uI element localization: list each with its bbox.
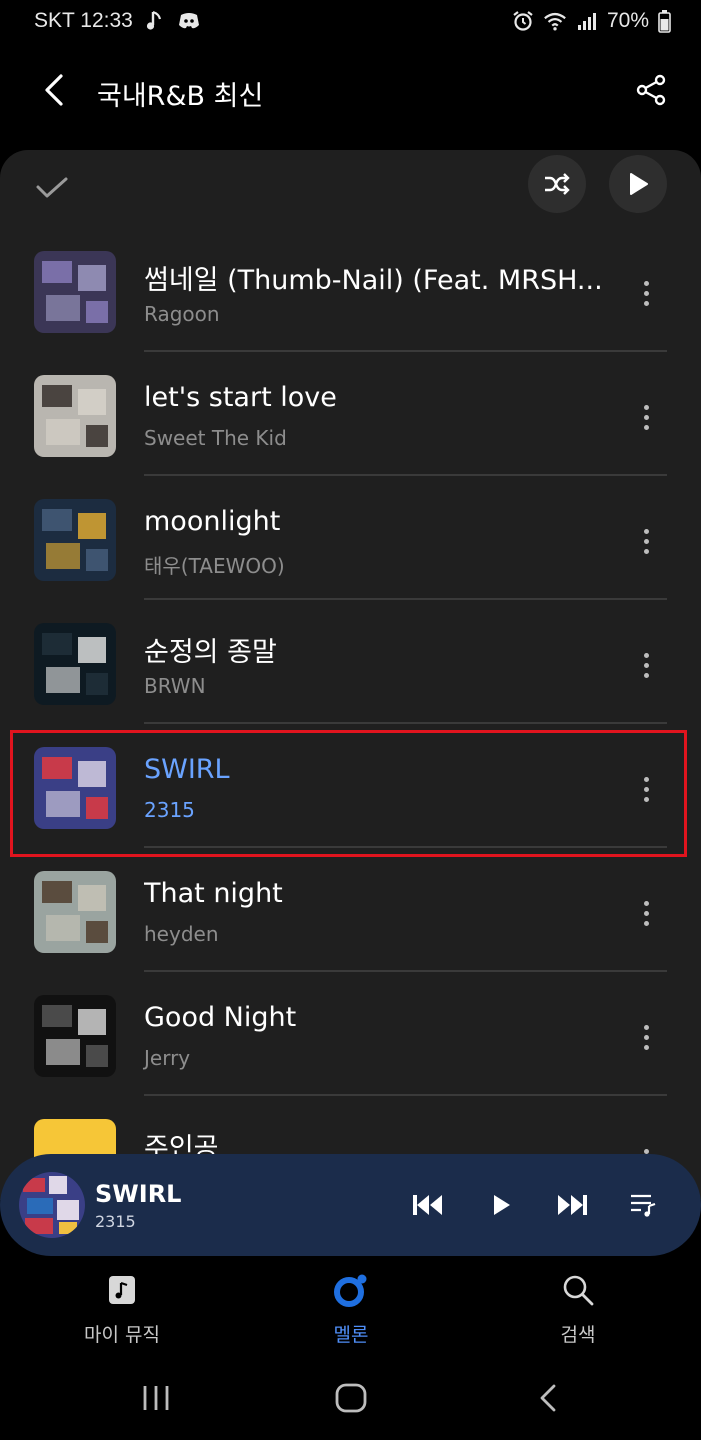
song-artist: heyden — [144, 922, 219, 946]
recents-icon — [143, 1386, 169, 1410]
song-artist: 2315 — [144, 798, 195, 822]
signal-icon — [575, 9, 599, 33]
album-art[interactable] — [34, 747, 116, 829]
back-button[interactable] — [32, 68, 76, 112]
app-header: 국내R&B 최신 — [0, 46, 701, 136]
home-icon — [335, 1383, 367, 1413]
queue-icon — [631, 1194, 656, 1217]
song-artist: Sweet The Kid — [144, 426, 287, 450]
now-playing-album-art[interactable] — [19, 1172, 85, 1238]
now-playing-artist: 2315 — [95, 1212, 136, 1231]
battery-icon — [657, 9, 671, 33]
song-row[interactable]: Good Night Jerry — [0, 972, 701, 1096]
previous-button[interactable] — [406, 1183, 450, 1227]
song-row[interactable]: That night heyden — [0, 848, 701, 972]
album-art[interactable] — [34, 995, 116, 1077]
more-options-icon[interactable] — [630, 645, 662, 685]
status-bar: SKT 12:33 70% — [0, 0, 701, 46]
more-options-icon[interactable] — [630, 1017, 662, 1057]
song-row[interactable]: let's start love Sweet The Kid — [0, 352, 701, 476]
song-list: 썸네일 (Thumb-Nail) (Feat. MRSH... Ragoon let… — [0, 228, 701, 1200]
bottom-navigation: 마이 뮤직 멜론 검색 — [0, 1256, 701, 1356]
status-right: 70% — [511, 9, 671, 33]
system-navigation — [0, 1356, 701, 1440]
album-art[interactable] — [34, 251, 116, 333]
album-art[interactable] — [34, 871, 116, 953]
shuffle-icon — [545, 173, 570, 195]
share-button[interactable] — [629, 68, 673, 112]
share-icon — [636, 74, 666, 106]
play-button[interactable] — [480, 1183, 524, 1227]
next-button[interactable] — [550, 1183, 594, 1227]
song-artist: Jerry — [144, 1046, 191, 1070]
queue-button[interactable] — [622, 1183, 666, 1227]
music-note-icon — [143, 9, 167, 33]
song-artist: 태우(TAEWOO) — [144, 554, 285, 578]
discord-icon — [177, 9, 201, 33]
checkmark-icon — [36, 177, 68, 198]
song-title[interactable]: moonlight — [144, 506, 624, 537]
wifi-icon — [543, 9, 567, 33]
song-artist: Ragoon — [144, 302, 220, 326]
next-icon — [558, 1195, 587, 1215]
recents-button[interactable] — [134, 1376, 178, 1420]
play-icon — [630, 173, 648, 195]
mini-player[interactable]: SWIRL 2315 — [0, 1154, 701, 1256]
melon-icon — [331, 1270, 371, 1310]
nav-label-my-music: 마이 뮤직 — [84, 1324, 160, 1346]
nav-label-melon: 멜론 — [333, 1324, 369, 1346]
carrier-time: SKT 12:33 — [34, 9, 133, 32]
nav-search[interactable]: 검색 — [508, 1270, 648, 1347]
system-back-button[interactable] — [526, 1376, 570, 1420]
my-music-icon — [102, 1270, 142, 1310]
song-row[interactable]: moonlight 태우(TAEWOO) — [0, 476, 701, 600]
play-all-button[interactable] — [609, 155, 667, 213]
home-button[interactable] — [329, 1376, 373, 1420]
more-options-icon[interactable] — [630, 521, 662, 561]
alarm-icon — [511, 9, 535, 33]
more-options-icon[interactable] — [630, 893, 662, 933]
previous-icon — [413, 1195, 442, 1215]
back-arrow-icon — [45, 74, 63, 106]
album-art[interactable] — [34, 623, 116, 705]
page-title: 국내R&B 최신 — [97, 81, 264, 112]
nav-my-music[interactable]: 마이 뮤직 — [52, 1270, 192, 1347]
shuffle-button[interactable] — [528, 155, 586, 213]
nav-melon[interactable]: 멜론 — [281, 1270, 421, 1347]
back-icon — [540, 1384, 556, 1412]
status-left: SKT 12:33 — [34, 9, 201, 33]
album-art[interactable] — [34, 375, 116, 457]
song-row[interactable]: 썸네일 (Thumb-Nail) (Feat. MRSH... Ragoon — [0, 228, 701, 352]
song-row[interactable]: SWIRL 2315 — [0, 724, 701, 848]
search-icon — [558, 1270, 598, 1310]
more-options-icon[interactable] — [630, 397, 662, 437]
battery-level: 70% — [606, 9, 649, 32]
song-title[interactable]: Good Night — [144, 1002, 624, 1033]
play-icon — [494, 1195, 510, 1215]
playlist-panel: 썸네일 (Thumb-Nail) (Feat. MRSH... Ragoon let… — [0, 150, 701, 1200]
song-row[interactable]: 순정의 종말 BRWN — [0, 600, 701, 724]
song-title[interactable]: That night — [144, 878, 624, 909]
more-options-icon[interactable] — [630, 273, 662, 313]
song-title[interactable]: let's start love — [144, 382, 624, 413]
song-artist: BRWN — [144, 674, 206, 698]
now-playing-title: SWIRL — [95, 1180, 182, 1208]
song-title[interactable]: 썸네일 (Thumb-Nail) (Feat. MRSH... — [144, 258, 624, 297]
nav-label-search: 검색 — [560, 1324, 596, 1346]
more-options-icon[interactable] — [630, 769, 662, 809]
album-art[interactable] — [34, 499, 116, 581]
song-title[interactable]: SWIRL — [144, 754, 624, 785]
select-button[interactable] — [30, 166, 74, 210]
song-title[interactable]: 순정의 종말 — [144, 630, 624, 669]
